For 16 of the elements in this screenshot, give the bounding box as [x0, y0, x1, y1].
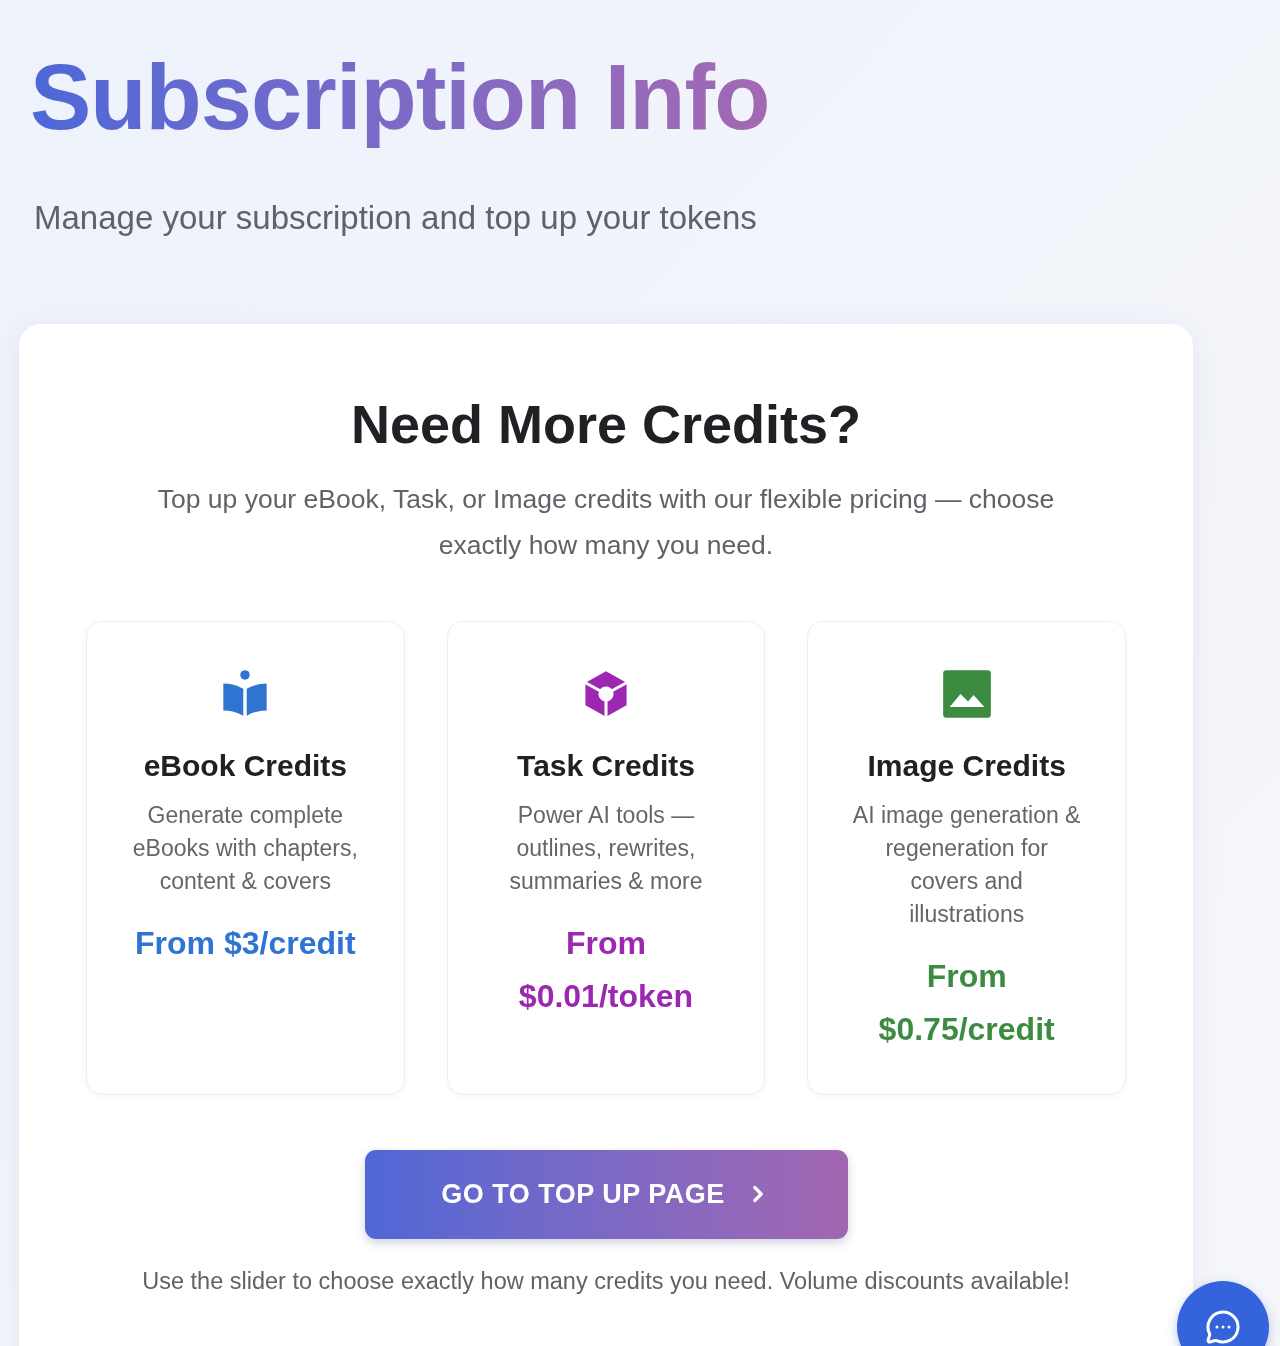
credits-description: Top up your eBook, Task, or Image credits with our flexible pricing — choose exactly how many you need.	[156, 482, 1056, 562]
chat-bubble-icon	[1205, 1309, 1241, 1345]
plan-title: Image Credits	[867, 747, 1066, 784]
plan-description: Power AI tools — outlines, rewrites, summaries & more	[508, 800, 704, 896]
plan-description: AI image generation & regeneration for covers and illustrations	[851, 800, 1082, 929]
page-subtitle: Manage your subscription and top up your tokens	[34, 197, 758, 238]
credits-note: Use the slider to choose exactly how many credits you need. Volume discounts available!	[141, 1266, 1071, 1296]
plan-price: From $3/credit	[134, 923, 357, 963]
plan-price: From $0.75/credit	[877, 956, 1056, 1049]
plan-title: Task Credits	[517, 747, 695, 784]
plan-description: Generate complete eBooks with chapters, content & covers	[131, 800, 359, 896]
plan-title: eBook Credits	[143, 747, 347, 784]
top-up-button[interactable]: GO TO TOP UP PAGE	[364, 1149, 848, 1239]
plan-price: From $0.01/token	[517, 923, 695, 1016]
credits-heading: Need More Credits?	[349, 392, 863, 456]
chat-button[interactable]	[1177, 1281, 1269, 1346]
